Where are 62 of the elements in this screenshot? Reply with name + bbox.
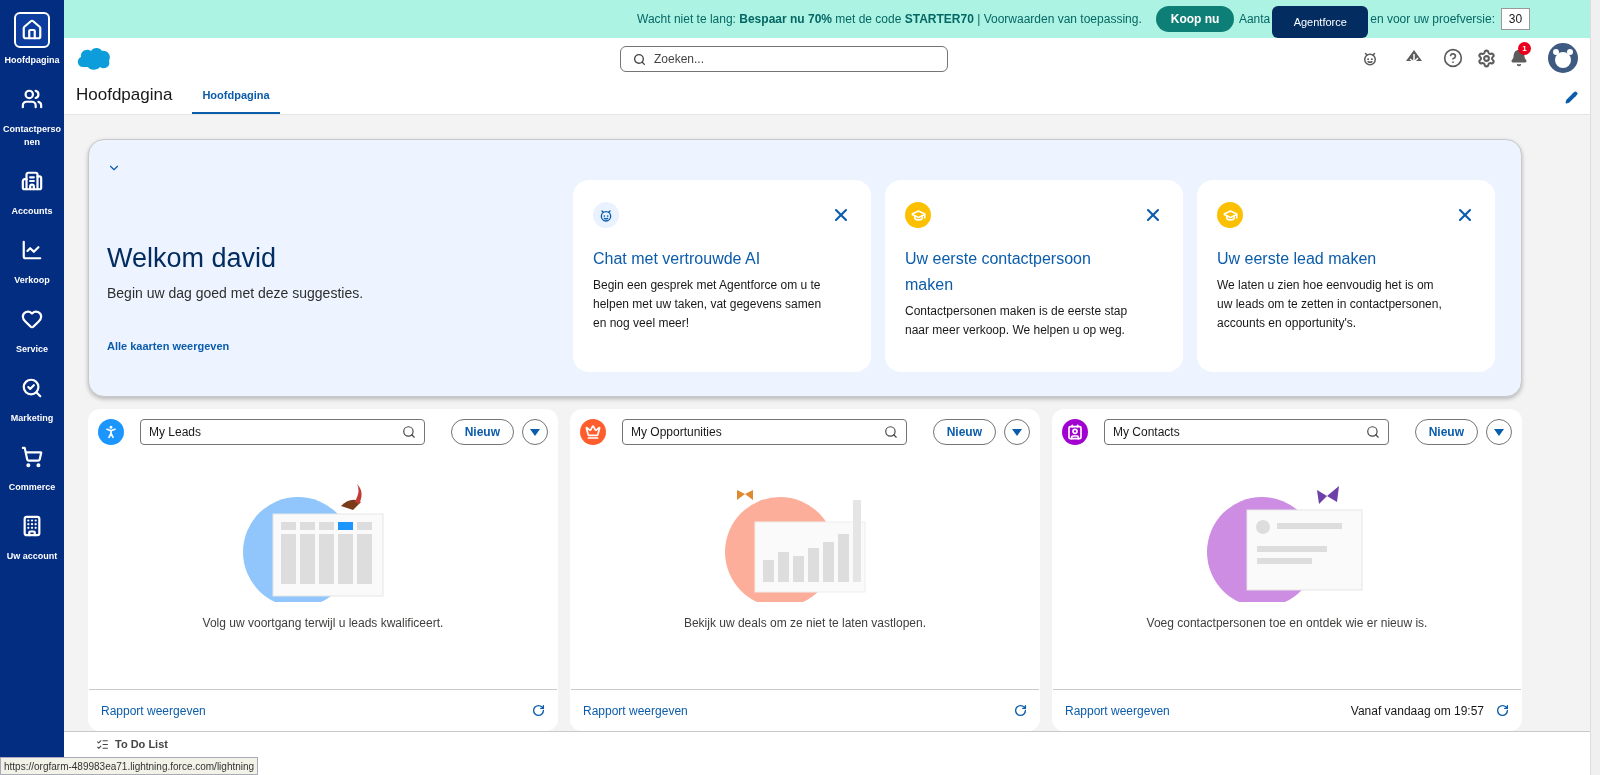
empty-state-text: Bekijk uw deals om ze niet te laten vastlopen.	[683, 615, 927, 632]
search-icon	[633, 52, 646, 66]
sidebar-item[interactable]: Service	[2, 301, 62, 356]
sidebar-item[interactable]: Verkoop	[2, 232, 62, 287]
tooltip: Agentforce	[1272, 6, 1369, 38]
search-field[interactable]: Zoeken...	[620, 46, 948, 72]
caret-icon	[530, 428, 540, 436]
card-title: Uw eerste contactpersoon maken	[905, 249, 1092, 295]
settings-icon[interactable]	[1477, 48, 1496, 68]
timestamp-text: Vanaf vandaag om 19:57	[1350, 702, 1484, 720]
edit-icon[interactable]	[1565, 91, 1578, 104]
cloud-logo	[76, 45, 112, 71]
list-search-field[interactable]: My Opportunities	[622, 419, 907, 445]
search-icon	[883, 425, 898, 439]
list-search-field[interactable]: My Contacts	[1104, 419, 1389, 445]
all-cards-link[interactable]: Alle kaarten weergeven	[107, 337, 230, 354]
card-text: We laten u zien hoe eenvoudig het is om uw leads om te zetten in contactpersonen, accounts en opportunity's.	[1217, 277, 1443, 332]
bell-icon[interactable]	[1510, 49, 1528, 67]
refresh-icon[interactable]	[532, 704, 545, 717]
sidebar-item[interactable]: Marketing	[2, 370, 62, 425]
graduation-cap-icon	[1217, 202, 1243, 228]
caret-icon	[1494, 428, 1504, 436]
page-tab[interactable]: Hoofdpagina	[192, 86, 280, 114]
trial-label: en voor uw proefversie:	[1370, 11, 1495, 28]
home-icon	[14, 12, 50, 48]
promo-text: Wacht niet te lang: Bespaar nu 70% met de code STARTER70 | Voorwaarden van toepassing.	[637, 11, 1142, 28]
card-title: Uw eerste lead maken	[1217, 249, 1378, 269]
report-link[interactable]: Rapport weergeven	[1065, 701, 1170, 720]
report-link[interactable]: Rapport weergeven	[583, 701, 688, 720]
help-icon[interactable]	[1443, 48, 1463, 68]
trial-label: Aanta	[1238, 11, 1271, 28]
search-icon	[1365, 425, 1380, 439]
welcome-subtitle: Begin uw dag goed met deze suggesties.	[107, 283, 365, 303]
sidebar-item[interactable]: Accounts	[2, 163, 62, 218]
status-url: https://orgfarm-489983ea71.lightning.force.com/lightning	[0, 757, 259, 775]
page-title: Hoofdpagina	[76, 83, 173, 106]
report-link[interactable]: Rapport weergeven	[101, 701, 206, 720]
refresh-icon[interactable]	[1014, 704, 1027, 717]
card-text: Begin een gesprek met Agentforce om u te helpen met uw taken, vat gegevens samen en nog veel meer!	[593, 277, 823, 332]
sidebar-item[interactable]: Contactpersonen	[2, 81, 62, 149]
card-text: Contactpersonen maken is de eerste stap naar meer verkoop. We helpen u op weg.	[905, 303, 1129, 339]
trial-days-field: 30	[1501, 8, 1530, 30]
refresh-icon[interactable]	[1496, 704, 1509, 717]
contact-card-icon	[1062, 419, 1088, 445]
sidebar-item[interactable]: Hoofdpagina	[2, 12, 62, 67]
graduation-cap-icon	[905, 202, 931, 228]
card-title: Chat met vertrouwde AI	[593, 249, 762, 269]
sidebar-item[interactable]: Uw account	[2, 508, 62, 563]
crown-icon	[580, 419, 606, 445]
buy-now-button[interactable]: Koop nu	[1155, 6, 1235, 32]
sidebar-item[interactable]: Commerce	[2, 439, 62, 494]
list-search-field[interactable]: My Leads	[140, 419, 425, 445]
empty-state-text: Voeg contactpersonen toe en ontdek wie er nieuw is.	[1146, 615, 1428, 632]
utility-item[interactable]: To Do List	[96, 736, 168, 753]
person-icon	[98, 419, 124, 445]
search-icon	[401, 425, 416, 439]
empty-state-text: Volg uw voortgang terwijl u leads kwalificeert.	[202, 615, 444, 632]
caret-icon	[1012, 428, 1022, 436]
checklist-icon	[96, 737, 109, 751]
avatar[interactable]	[1548, 43, 1578, 73]
notification-badge: 1	[1518, 42, 1531, 55]
welcome-title: Welkom david	[107, 242, 278, 275]
